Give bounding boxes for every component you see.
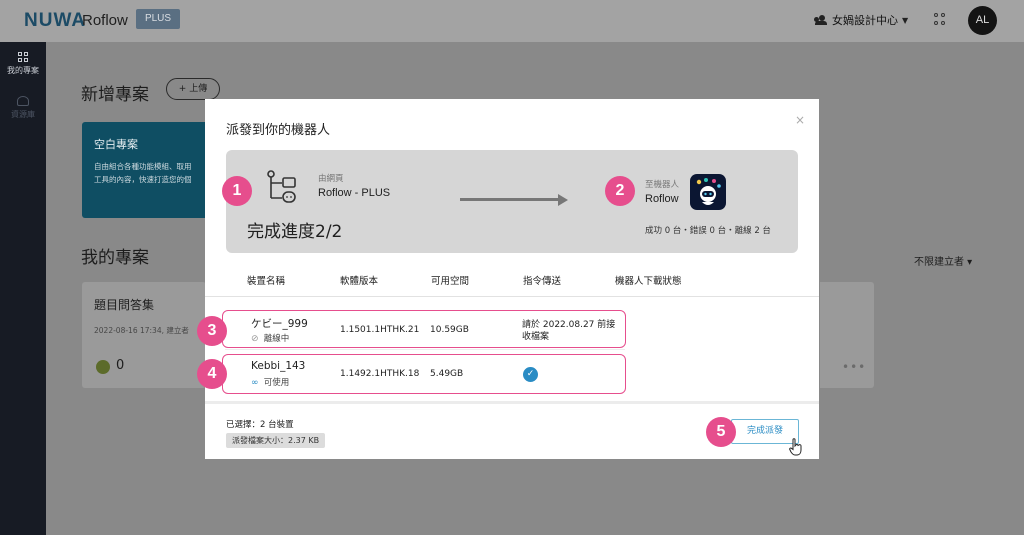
column-header: 裝置名稱 — [247, 276, 286, 287]
step-badge-5: 5 — [706, 417, 736, 447]
org-name: 女媧設計中心 — [832, 14, 898, 27]
blank-card-title: 空白專案 — [94, 138, 138, 151]
dispatch-modal: 派發到你的機器人 × 由網頁 Roflow - PLUS 完成進度2/2 至機器… — [205, 99, 819, 459]
apps-grid-icon[interactable] — [934, 13, 946, 25]
sidebar-item-my-projects[interactable]: 我的專案 — [0, 52, 46, 76]
device-table-header: 裝置名稱 軟體版本 可用空間 指令傳送 機器人下載狀態 — [205, 273, 819, 295]
coin-icon — [96, 360, 110, 374]
modal-title: 派發到你的機器人 — [226, 123, 331, 138]
creator-filter[interactable]: 不限建立者 ▾ — [914, 253, 972, 268]
nuwa-logo[interactable]: NUWA — [24, 10, 86, 32]
upload-button[interactable]: + 上傳 — [166, 78, 220, 100]
project-card-edge[interactable]: ••• — [820, 282, 874, 388]
sidebar-item-label: 我的專案 — [7, 66, 39, 75]
project-card[interactable]: 題目問答集 2022-08-16 17:34, 建立者 0 — [82, 282, 206, 388]
grid-icon — [18, 52, 28, 62]
flow-tree-icon — [267, 170, 296, 203]
project-meta: 2022-08-16 17:34, 建立者 — [94, 326, 189, 335]
dest-caption: 至機器人 — [645, 180, 680, 190]
my-projects-heading: 我的專案 — [81, 248, 149, 268]
sidebar-item-resources[interactable]: 資源庫 — [0, 96, 46, 120]
new-project-heading: 新增專案 — [81, 85, 149, 105]
robot-app-icon — [690, 174, 726, 210]
top-bar: NUWA Roflow PLUS 女媧設計中心 ▼ AL — [0, 0, 1024, 42]
blank-card-desc: 自由組合各種功能模組、取用 — [94, 162, 192, 171]
step-badge-3: 3 — [197, 316, 227, 346]
resource-icon — [17, 96, 29, 106]
step-badge-2: 2 — [605, 176, 635, 206]
arrow-right-icon — [460, 194, 570, 206]
project-title: 題目問答集 — [94, 298, 155, 312]
source-name: Roflow - PLUS — [318, 187, 391, 199]
divider — [205, 296, 819, 297]
step-badge-1: 1 — [222, 176, 252, 206]
sidebar-item-label: 資源庫 — [11, 110, 35, 119]
column-header: 軟體版本 — [340, 276, 379, 287]
highlight-frame — [222, 354, 626, 394]
close-icon[interactable]: × — [795, 113, 805, 127]
divider — [225, 349, 625, 350]
app-name: Roflow — [82, 12, 128, 29]
people-icon — [814, 15, 828, 25]
more-icon[interactable]: ••• — [842, 360, 866, 374]
sidebar: 我的專案 資源庫 — [0, 42, 46, 535]
highlight-frame — [222, 310, 626, 348]
project-count: 0 — [116, 358, 125, 373]
column-header: 可用空間 — [431, 276, 470, 287]
plan-badge: PLUS — [136, 9, 180, 29]
progress-text: 完成進度2/2 — [247, 222, 343, 242]
file-size-badge: 派發檔案大小：2.37 KB — [226, 433, 326, 448]
dispatch-stats: 成功 0 台・錯誤 0 台・離線 2 台 — [645, 226, 771, 236]
avatar[interactable]: AL — [968, 6, 997, 35]
caret-down-icon: ▼ — [902, 15, 909, 25]
hand-cursor-icon — [789, 438, 802, 456]
dest-name: Roflow — [645, 193, 679, 205]
step-badge-4: 4 — [197, 359, 227, 389]
blank-card-desc: 工具的內容，快速打造您的個 — [94, 175, 192, 184]
selected-count: 已選擇：2 台裝置 — [226, 420, 294, 430]
source-caption: 由網頁 — [318, 174, 344, 184]
column-header: 指令傳送 — [523, 276, 562, 287]
column-header: 機器人下載狀態 — [615, 276, 682, 287]
blank-project-card[interactable]: 空白專案 自由組合各種功能模組、取用 工具的內容，快速打造您的個 — [82, 122, 212, 218]
dispatch-flow-panel: 由網頁 Roflow - PLUS 完成進度2/2 至機器人 Roflow 成功… — [226, 150, 798, 253]
org-switcher[interactable]: 女媧設計中心 ▼ — [814, 12, 908, 28]
